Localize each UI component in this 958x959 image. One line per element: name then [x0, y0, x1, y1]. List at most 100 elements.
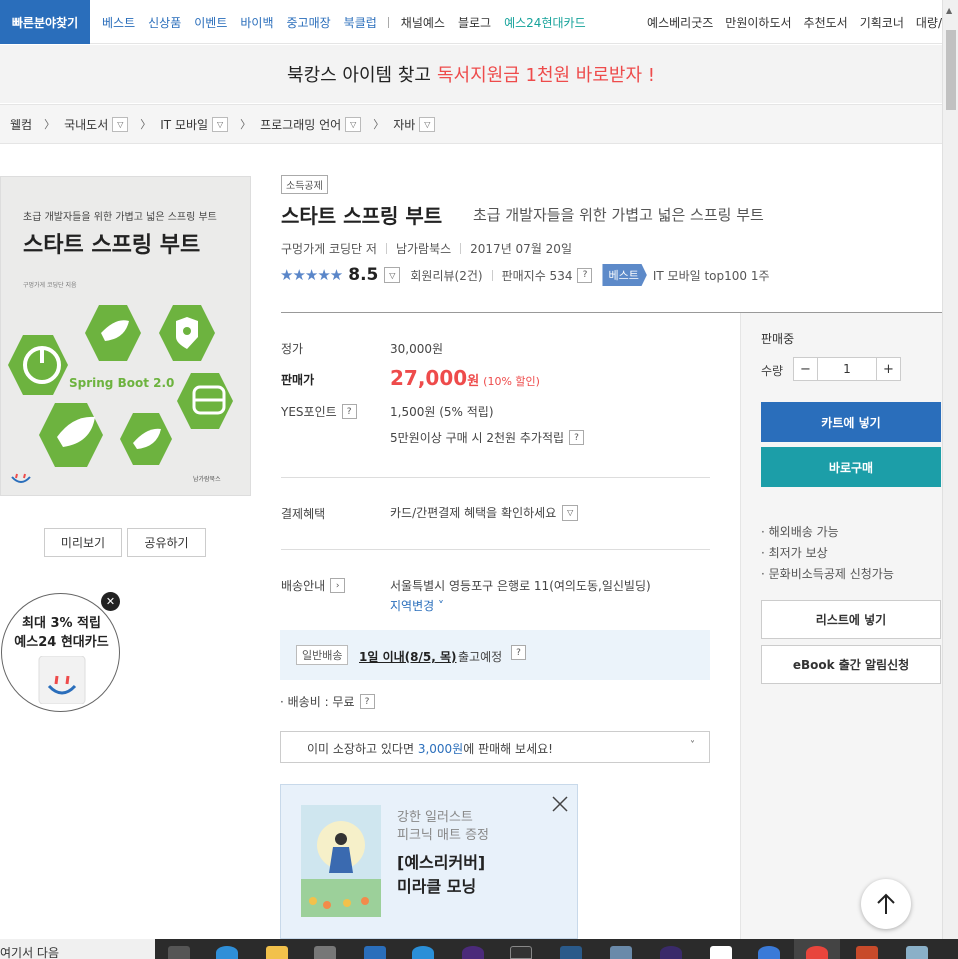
buy-now-button[interactable]: 바로구매 [761, 447, 941, 487]
app-icon[interactable] [462, 946, 484, 959]
region-change-link[interactable]: 지역변경 ˅ [390, 597, 444, 614]
chevron-down-icon[interactable]: ▽ [345, 116, 362, 132]
chevron-down-icon[interactable]: ˅ [690, 740, 695, 751]
nav-left-group: 베스트 신상품 이벤트 바이백 중고매장 북클럽 채널예스 블로그 예스24현대… [102, 0, 599, 44]
nav-recommend[interactable]: 추천도서 [804, 14, 848, 31]
help-icon[interactable]: ? [341, 404, 357, 419]
app-icon[interactable] [906, 946, 928, 959]
store-icon[interactable] [314, 946, 336, 959]
help-icon[interactable]: ? [359, 694, 375, 709]
plus-button[interactable]: + [876, 358, 900, 380]
quantity-input[interactable]: 1 [818, 358, 876, 380]
breadcrumb-domestic: 국내도서 ▽ [64, 116, 129, 133]
page-scrollbar[interactable]: ▲ [942, 0, 958, 939]
chevron-right-icon: 〉 [240, 118, 252, 131]
terminal-icon[interactable] [510, 946, 532, 959]
chrome-icon[interactable] [806, 946, 828, 959]
nav-bookclub[interactable]: 북클럽 [344, 14, 377, 31]
close-icon[interactable]: ✕ [101, 592, 120, 611]
sale-status: 판매중 [761, 332, 795, 346]
help-icon[interactable]: ? [577, 267, 593, 283]
app-icon[interactable] [610, 946, 632, 959]
share-button[interactable]: 공유하기 [127, 528, 206, 557]
sell-prefix: 이미 소장하고 있다면 [307, 742, 414, 756]
add-to-list-button[interactable]: 리스트에 넣기 [761, 600, 941, 639]
nav-new[interactable]: 신상품 [148, 14, 181, 31]
card-promo-line1: 최대 3% 적립 [22, 616, 101, 631]
scroll-up-icon[interactable]: ▲ [946, 6, 952, 15]
card-promo-circle[interactable]: 최대 3% 적립 예스24 현대카드 [1, 593, 120, 712]
recover-ad-banner[interactable]: 강한 일러스트 피크닉 매트 증정 [예스리커버] 미라클 모닝 [280, 784, 578, 939]
task-view-icon[interactable] [168, 946, 190, 959]
nav-channel-yes[interactable]: 채널예스 [401, 14, 445, 31]
chevron-down-icon[interactable]: ▽ [212, 116, 229, 132]
review-count-link[interactable]: 회원리뷰(2건) [410, 267, 482, 284]
purchase-sidebar: 판매중 수량 − 1 + 카트에 넣기 바로구매 · 해외배송 가능 · 최저가… [740, 313, 942, 939]
best-tag: 베스트 [602, 264, 647, 286]
chevron-down-icon[interactable]: ▽ [112, 116, 129, 132]
ad-title2: 미라클 모닝 [397, 877, 477, 896]
ad-line1: 강한 일러스트 [397, 810, 473, 825]
cover-publisher: 남가람북스 [193, 476, 221, 483]
payment-benefit[interactable]: 카드/간편결제 혜택을 확인하세요 [390, 504, 556, 521]
chevron-down-icon[interactable]: ▽ [419, 116, 436, 132]
breadcrumb-home[interactable]: 웰컴 [10, 116, 32, 133]
nav-right-group: 예스베리굿즈 만원이하도서 추천도서 기획코너 대량/ [635, 0, 942, 44]
product-subtitle: 초급 개발자들을 위한 가볍고 넓은 스프링 부트 [473, 206, 764, 224]
nav-special[interactable]: 기획코너 [860, 14, 904, 31]
chevron-down-icon[interactable]: ▽ [384, 267, 401, 283]
nav-card[interactable]: 예스24현대카드 [504, 14, 586, 31]
help-icon[interactable]: ? [511, 645, 526, 660]
nav-blog[interactable]: 블로그 [458, 14, 491, 31]
list-price-label: 정가 [281, 342, 304, 356]
nav-goods[interactable]: 예스베리굿즈 [647, 14, 713, 31]
promo-banner[interactable]: 북캉스 아이템 찾고 독서지원금 1천원 바로받자 ! [0, 45, 942, 103]
mail-icon[interactable] [364, 946, 386, 959]
shipping-label-group: 배송안내 › [281, 577, 346, 594]
nav-event[interactable]: 이벤트 [194, 14, 227, 31]
breadcrumb-label[interactable]: 프로그래밍 언어 [260, 116, 341, 133]
preview-button[interactable]: 미리보기 [44, 528, 122, 557]
star-rating-icon: ★★★★★ [280, 266, 343, 284]
app-icon[interactable] [758, 946, 780, 959]
add-to-cart-button[interactable]: 카트에 넣기 [761, 402, 941, 442]
help-icon[interactable]: ? [569, 430, 585, 445]
edge-icon[interactable] [216, 946, 238, 959]
delivery-date[interactable]: 1일 이내(8/5, 목) [359, 648, 456, 665]
chevron-right-icon[interactable]: › [330, 578, 346, 593]
app-icon[interactable] [856, 946, 878, 959]
yes24-smile-icon [11, 473, 31, 483]
list-price-value: 30,000원 [390, 342, 444, 356]
file-explorer-icon[interactable] [266, 946, 288, 959]
app-icon[interactable] [560, 946, 582, 959]
nav-best[interactable]: 베스트 [102, 14, 135, 31]
sale-price-unit: 원 [467, 374, 480, 389]
quick-category-button[interactable]: 빠른분야찾기 [0, 0, 90, 44]
nav-used[interactable]: 중고매장 [287, 14, 331, 31]
nav-buyback[interactable]: 바이백 [240, 14, 273, 31]
product-author[interactable]: 구멍가게 코딩단 저 [281, 240, 377, 257]
app-icon[interactable] [412, 946, 434, 959]
nav-bulk[interactable]: 대량/ [916, 14, 942, 31]
sell-to-yes24-bar[interactable]: 이미 소장하고 있다면 3,000원에 판매해 보세요! ˅ [280, 731, 710, 763]
breadcrumb-label[interactable]: IT 모바일 [160, 116, 208, 133]
product-date: 2017년 07월 20일 [470, 242, 572, 256]
rating-row: ★★★★★ 8.5 ▽ 회원리뷰(2건) 판매지수 534 ? 베스트 IT 모… [280, 264, 770, 286]
app-icon[interactable] [660, 946, 682, 959]
quantity-label: 수량 [761, 364, 784, 378]
product-publisher[interactable]: 남가람북스 [396, 240, 451, 257]
app-icon[interactable] [710, 946, 732, 959]
best-rank-link[interactable]: IT 모바일 top100 1주 [653, 267, 770, 284]
book-cover[interactable]: 초급 개발자들을 위한 가볍고 넓은 스프링 부트 스타트 스프링 부트 구멍가… [0, 176, 251, 496]
close-icon[interactable] [551, 795, 569, 813]
scroll-to-top-button[interactable] [861, 879, 911, 929]
breadcrumb-label[interactable]: 국내도서 [64, 116, 108, 133]
ebook-alert-button[interactable]: eBook 출간 알림신청 [761, 645, 941, 684]
taskbar-search[interactable]: 여기서 다음 [0, 939, 155, 959]
minus-button[interactable]: − [794, 358, 818, 380]
breadcrumb-label[interactable]: 자바 [393, 116, 415, 133]
scrollbar-thumb[interactable] [946, 30, 956, 110]
nav-under-10k[interactable]: 만원이하도서 [725, 14, 791, 31]
chevron-down-icon[interactable]: ▽ [562, 504, 579, 521]
point-label: YES포인트 [281, 405, 337, 419]
